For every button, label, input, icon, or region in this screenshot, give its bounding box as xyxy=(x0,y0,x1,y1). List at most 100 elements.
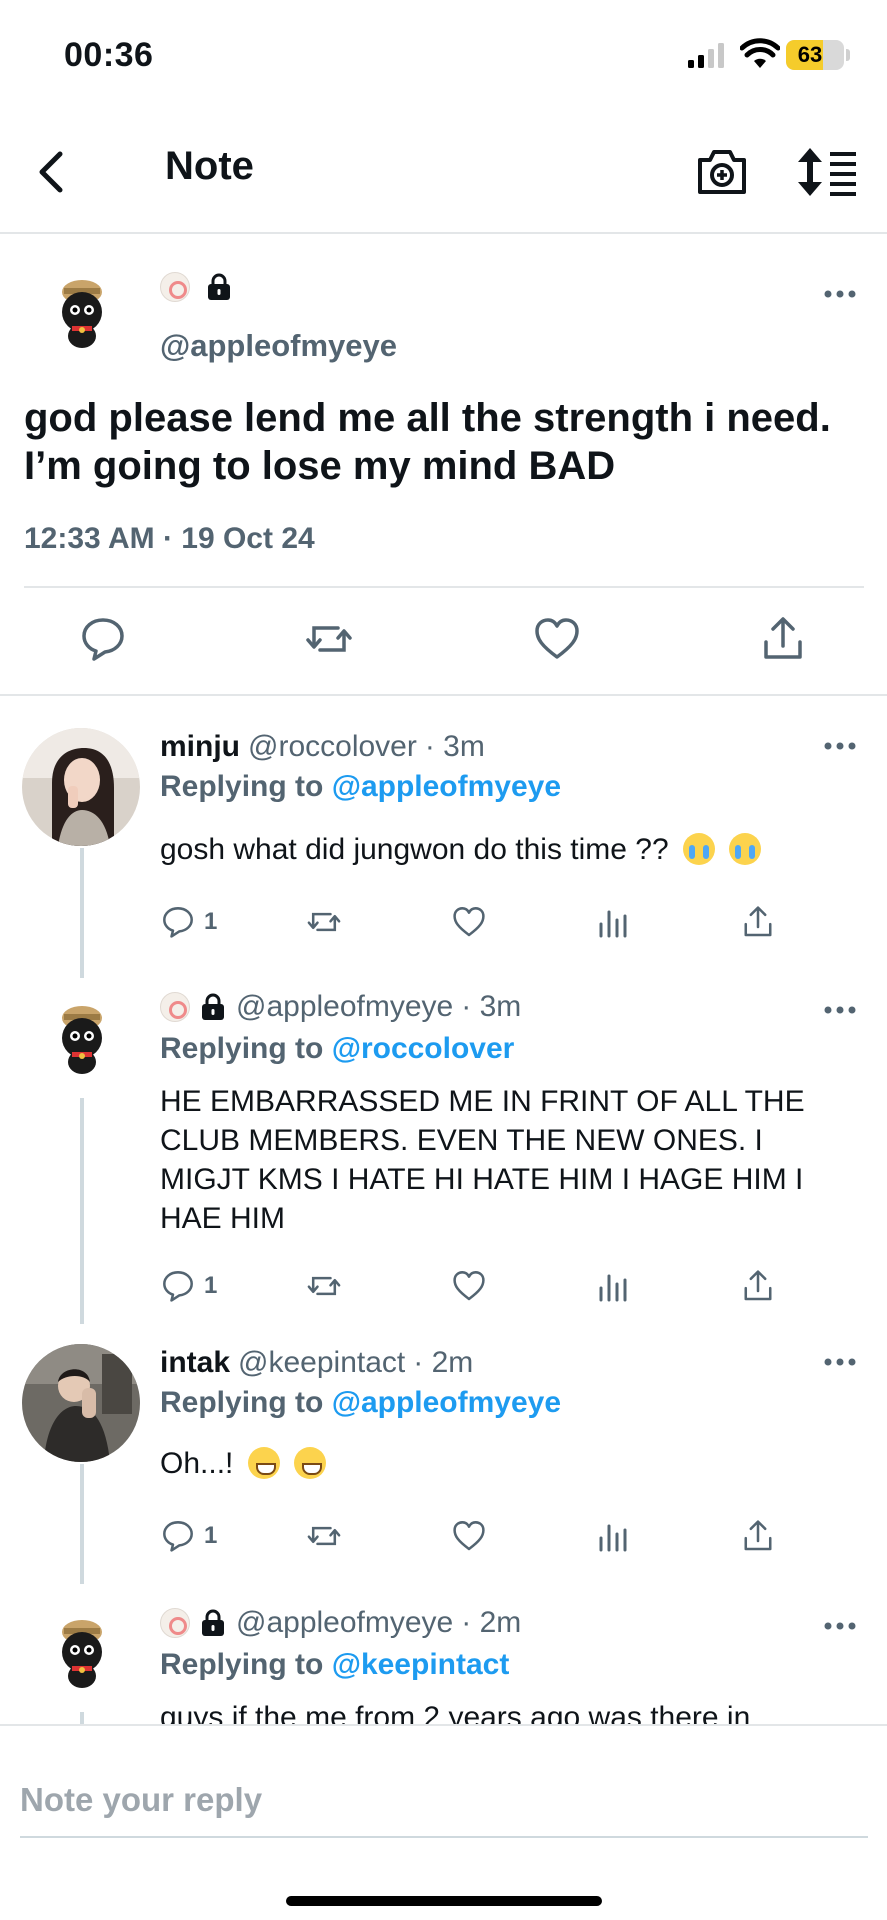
views-icon xyxy=(599,1274,627,1302)
share-button[interactable] xyxy=(740,1266,776,1306)
share-icon xyxy=(744,1520,772,1551)
replying-to-label: Replying to xyxy=(160,770,324,803)
cellular-signal-icon xyxy=(688,43,724,68)
reply-count: 1 xyxy=(204,1272,218,1299)
status-bar: 00:36 63 xyxy=(0,0,887,110)
replying-to: Replying to @roccolover xyxy=(160,1032,514,1066)
reply-time: · 2m xyxy=(413,1346,474,1379)
battery-nub xyxy=(846,49,850,61)
more-options-icon[interactable] xyxy=(820,286,860,302)
reply-icon xyxy=(163,1271,193,1302)
reply-button[interactable]: 1 xyxy=(160,1516,217,1556)
like-button[interactable] xyxy=(450,902,488,942)
like-button[interactable] xyxy=(450,1516,488,1556)
more-options-icon[interactable] xyxy=(820,1002,860,1018)
reply-actions: 1 xyxy=(160,1516,780,1556)
thread-line xyxy=(80,1098,84,1324)
views-button[interactable] xyxy=(596,1516,630,1556)
retweet-button[interactable] xyxy=(304,1266,344,1306)
sort-icon[interactable] xyxy=(796,144,860,200)
author-name[interactable]: minju xyxy=(160,730,240,764)
author-handle[interactable]: @roccolover xyxy=(248,730,417,764)
views-icon xyxy=(599,1524,627,1552)
camera-plus-icon[interactable] xyxy=(694,146,750,198)
status-time: 00:36 xyxy=(64,36,154,74)
avatar[interactable] xyxy=(42,998,122,1078)
author-handle[interactable]: @appleofmyeye xyxy=(236,1606,453,1640)
back-chevron-icon[interactable] xyxy=(26,144,82,200)
reply-input[interactable] xyxy=(20,1770,860,1830)
lock-icon xyxy=(208,273,230,300)
replying-to-mention[interactable]: @keepintact xyxy=(332,1648,510,1681)
author-handle[interactable]: @appleofmyeye xyxy=(236,990,453,1024)
like-icon xyxy=(453,907,485,937)
author-handle[interactable]: @keepintact xyxy=(238,1346,405,1380)
avatar[interactable] xyxy=(42,272,122,352)
reply-button[interactable]: 1 xyxy=(160,902,217,942)
reply-text: Oh...! xyxy=(160,1444,860,1483)
reply-header: @appleofmyeye · 2m xyxy=(160,1606,521,1640)
share-button[interactable] xyxy=(740,902,776,942)
loudly-crying-face-emoji-icon xyxy=(683,833,715,865)
avatar[interactable] xyxy=(42,1612,122,1692)
reply-time: · 3m xyxy=(461,990,522,1023)
retweet-icon[interactable] xyxy=(304,614,354,664)
wifi-icon xyxy=(740,38,780,68)
reply-text: gosh what did jungwon do this time ?? xyxy=(160,830,860,869)
reply-time: · 2m xyxy=(461,1606,522,1639)
reply-text: guys if the me from 2 years ago was ther… xyxy=(160,1701,751,1724)
lock-icon xyxy=(202,993,224,1020)
retweet-button[interactable] xyxy=(304,902,344,942)
note-timestamp: 12:33 AM · 19 Oct 24 xyxy=(24,522,315,555)
composer-underline xyxy=(20,1836,868,1838)
thread-line xyxy=(80,848,84,978)
retweet-icon xyxy=(307,1526,341,1546)
fishcake-emoji-icon xyxy=(160,272,190,302)
replying-to-mention[interactable]: @appleofmyeye xyxy=(332,1386,561,1419)
page-title: Note xyxy=(165,144,254,188)
loudly-crying-face-emoji-icon xyxy=(729,833,762,865)
fishcake-emoji-icon xyxy=(160,992,190,1022)
main-note: @appleofmyeye god please lend me all the… xyxy=(0,236,887,696)
share-button[interactable] xyxy=(740,1516,776,1556)
more-options-icon[interactable] xyxy=(820,1618,860,1634)
top-header: Note xyxy=(0,110,887,234)
author-handle[interactable]: @appleofmyeye xyxy=(160,328,397,364)
more-options-icon[interactable] xyxy=(820,738,860,754)
fishcake-emoji-icon xyxy=(160,1608,190,1638)
list-item[interactable]: @appleofmyeye · 3m Replying to @roccolov… xyxy=(0,976,887,1324)
share-icon xyxy=(744,906,772,937)
divider xyxy=(24,586,864,588)
home-indicator[interactable] xyxy=(286,1896,602,1906)
like-icon xyxy=(453,1521,485,1551)
views-button[interactable] xyxy=(596,1266,630,1306)
note-text: god please lend me all the strength i ne… xyxy=(24,396,831,488)
list-item[interactable]: @appleofmyeye · 2m Replying to @keepinta… xyxy=(0,1584,887,1724)
battery-level: 63 xyxy=(797,42,823,67)
avatar[interactable] xyxy=(22,1344,140,1462)
list-item[interactable]: intak @keepintact · 2m Replying to @appl… xyxy=(0,1324,887,1584)
retweet-button[interactable] xyxy=(304,1516,344,1556)
list-item[interactable]: minju @roccolover · 3m Replying to @appl… xyxy=(0,696,887,978)
battery-icon: 63 xyxy=(786,40,844,70)
author-name[interactable]: intak xyxy=(160,1346,230,1380)
reply-header: @appleofmyeye · 3m xyxy=(160,990,521,1024)
like-button[interactable] xyxy=(450,1266,488,1306)
replying-to-mention[interactable]: @appleofmyeye xyxy=(332,770,561,803)
like-icon[interactable] xyxy=(532,614,582,664)
views-button[interactable] xyxy=(596,902,630,942)
reply-icon[interactable] xyxy=(78,614,128,664)
reply-body: Oh...! xyxy=(160,1447,234,1480)
reply-actions: 1 xyxy=(160,902,780,942)
lock-icon xyxy=(202,1609,224,1636)
reply-body: gosh what did jungwon do this time ?? xyxy=(160,833,669,866)
reply-icon xyxy=(163,1521,193,1552)
reply-button[interactable]: 1 xyxy=(160,1266,217,1306)
share-icon[interactable] xyxy=(758,614,808,664)
more-options-icon[interactable] xyxy=(820,1354,860,1370)
avatar[interactable] xyxy=(22,728,140,846)
replying-to-label: Replying to xyxy=(160,1386,324,1419)
replying-to: Replying to @appleofmyeye xyxy=(160,770,561,804)
views-icon xyxy=(599,910,627,938)
replying-to-mention[interactable]: @roccolover xyxy=(332,1032,515,1065)
